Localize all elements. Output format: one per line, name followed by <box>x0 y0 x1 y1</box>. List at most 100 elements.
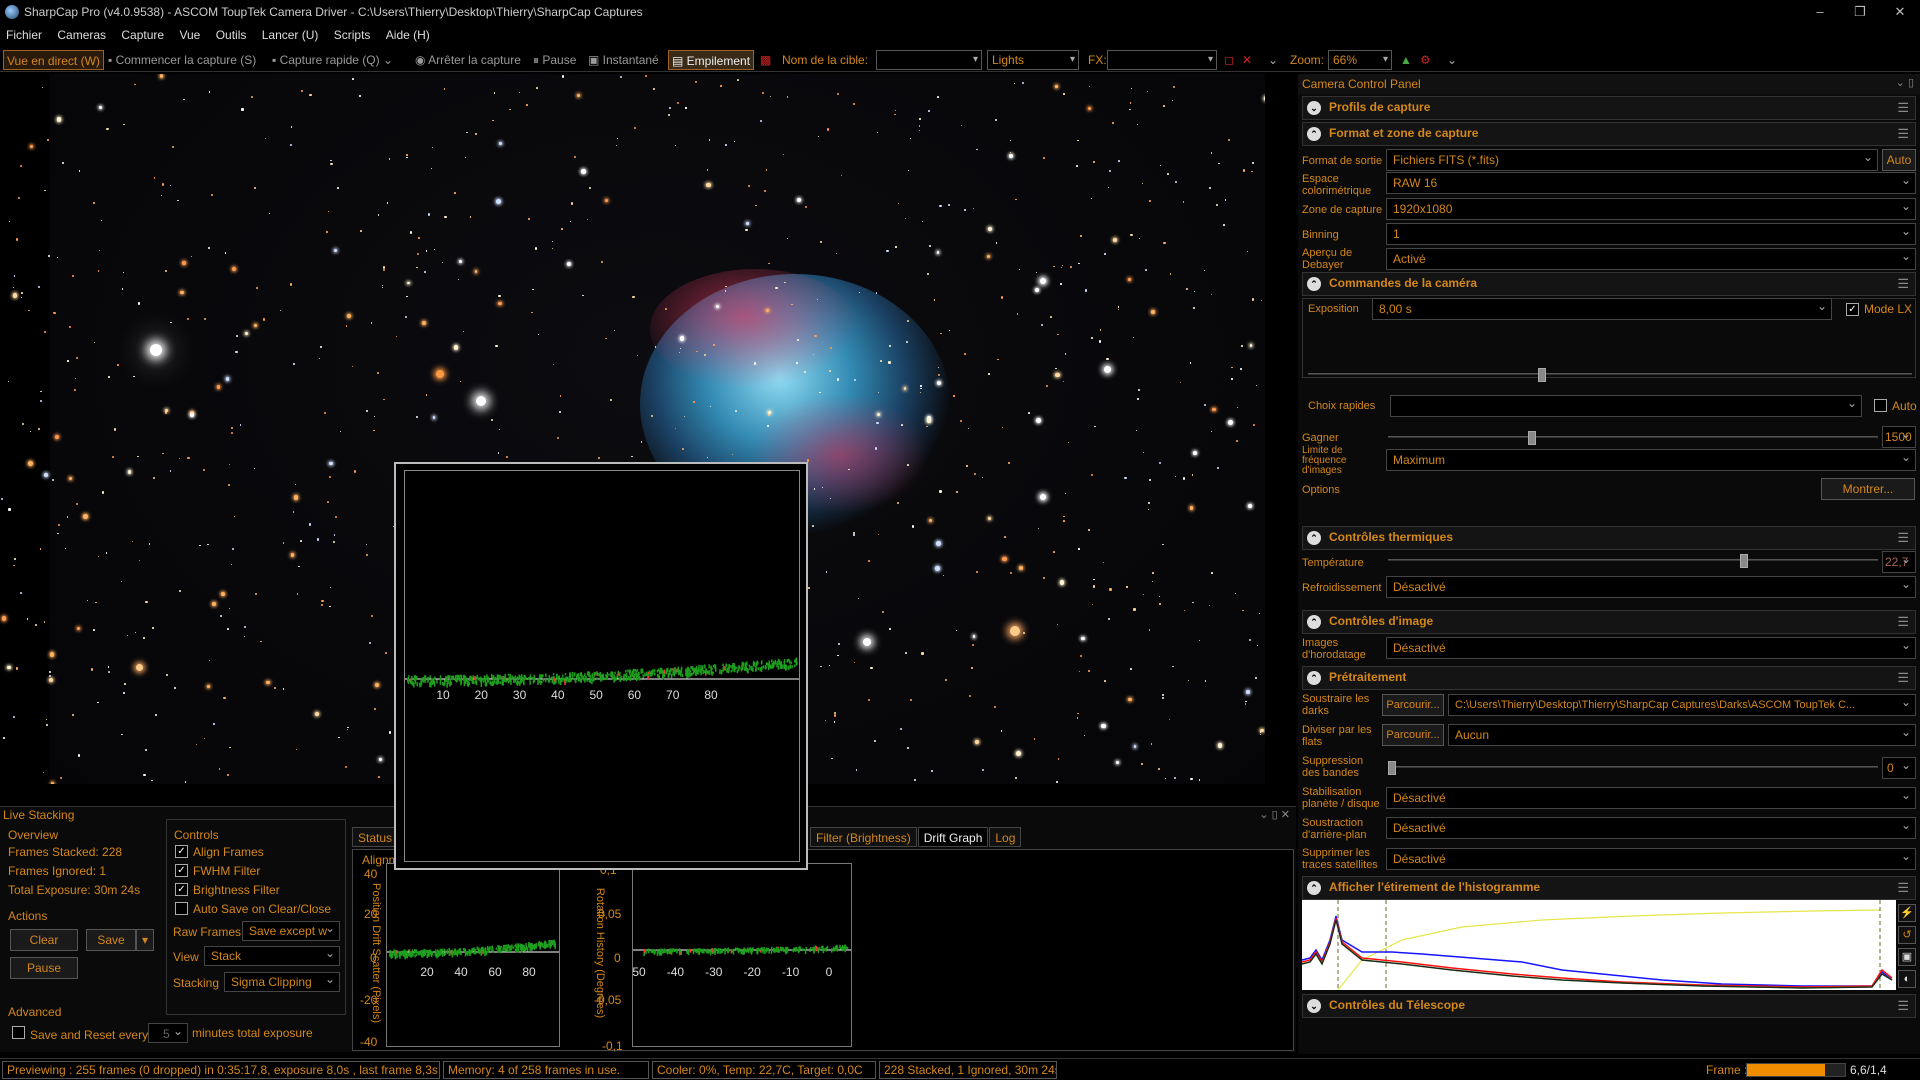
lightning-icon[interactable]: ⚡ <box>1898 904 1916 922</box>
start-capture-button[interactable]: ▪ Commencer la capture (S) <box>108 50 256 70</box>
live-view-button[interactable]: Vue en direct (W) <box>3 50 104 70</box>
tab-status[interactable]: Status <box>352 827 399 847</box>
capture-area-select[interactable]: 1920x1080 <box>1386 196 1916 220</box>
close-button[interactable]: ✕ <box>1880 0 1920 24</box>
section-image-controls[interactable]: ⌃ Contrôles d'image ☰ <box>1302 610 1916 634</box>
hamburger-icon[interactable]: ☰ <box>1897 530 1909 546</box>
menu-vue[interactable]: Vue <box>173 24 206 46</box>
fwhm-filter-checkbox[interactable]: ✓ <box>175 864 188 877</box>
browse-darks-button[interactable]: Parcourir... <box>1382 694 1444 716</box>
drift-graph-popup[interactable]: 10 20 30 40 50 60 70 80 <box>394 462 808 870</box>
flats-select[interactable]: Aucun <box>1448 722 1916 746</box>
background-select[interactable]: Désactivé <box>1386 815 1916 839</box>
browse-flats-button[interactable]: Parcourir... <box>1382 724 1444 746</box>
section-thermal[interactable]: ⌃ Contrôles thermiques ☰ <box>1302 526 1916 550</box>
stacking-button[interactable]: ▤ Empilement <box>668 50 755 70</box>
view-select[interactable]: Stack <box>204 944 340 966</box>
save-button[interactable]: Save <box>86 929 136 951</box>
stop-capture-button[interactable]: ◉ Arrêter la capture <box>415 50 521 70</box>
hamburger-icon[interactable]: ☰ <box>1897 670 1909 686</box>
pin-icon[interactable]: ⌄ ▯ <box>1896 76 1914 89</box>
reset-icon[interactable]: ↺ <box>1898 926 1916 944</box>
menu-outils[interactable]: Outils <box>210 24 253 46</box>
stabilization-select[interactable]: Désactivé <box>1386 785 1916 809</box>
quick-auto-checkbox[interactable] <box>1874 399 1887 412</box>
gain-input[interactable]: 1500 <box>1882 424 1916 448</box>
settings-icon[interactable]: ⚙ <box>1420 50 1431 70</box>
timestamp-select[interactable]: Désactivé <box>1386 635 1916 659</box>
auto-button[interactable]: Auto <box>1882 149 1916 171</box>
stacking-select[interactable]: Sigma Clipping <box>224 970 340 992</box>
brightness-filter-checkbox[interactable]: ✓ <box>175 883 188 896</box>
histogram-chart[interactable] <box>1302 900 1896 990</box>
zoom-select[interactable]: 66% <box>1328 50 1392 70</box>
tab-filter-brightness[interactable]: Filter (Brightness) <box>810 827 917 847</box>
section-format[interactable]: ⌃ Format et zone de capture ☰ <box>1302 122 1916 146</box>
output-format-select[interactable]: Fichiers FITS (*.fits) <box>1386 147 1878 171</box>
banding-input[interactable]: 0 <box>1882 755 1916 779</box>
hamburger-icon[interactable]: ☰ <box>1897 998 1909 1014</box>
star <box>933 299 936 301</box>
hamburger-icon[interactable]: ☰ <box>1897 126 1909 142</box>
banding-slider[interactable] <box>1388 761 1878 775</box>
colorspace-select[interactable]: RAW 16 <box>1386 170 1916 194</box>
section-histogram[interactable]: ⌃ Afficher l'étirement de l'histogramme … <box>1302 876 1916 900</box>
chevron-down-icon[interactable]: ⌄ <box>1268 50 1278 70</box>
exposure-slider[interactable] <box>1308 368 1912 382</box>
pause-button[interactable]: Pause <box>10 957 78 979</box>
clear-button[interactable]: Clear <box>10 929 78 951</box>
debayer-select[interactable]: Activé <box>1386 246 1916 270</box>
section-camera-controls[interactable]: ⌃ Commandes de la caméra ☰ <box>1302 272 1916 296</box>
panel-controls-icon[interactable]: ⌄ ▯ ✕ <box>1259 808 1290 821</box>
pause-button[interactable]: ⏸ Pause <box>533 50 576 70</box>
quick-choices-select[interactable] <box>1390 393 1862 417</box>
save-reset-checkbox[interactable] <box>12 1026 25 1039</box>
tab-drift-graph[interactable]: Drift Graph <box>917 827 989 847</box>
hamburger-icon[interactable]: ☰ <box>1897 614 1909 630</box>
raw-frames-select[interactable]: Save except w <box>242 919 340 941</box>
menu-cameras[interactable]: Cameras <box>51 24 112 46</box>
target-name-input[interactable] <box>876 50 982 70</box>
framerate-select[interactable]: Maximum <box>1386 447 1916 471</box>
menu-scripts[interactable]: Scripts <box>328 24 377 46</box>
histogram-icon[interactable]: ▲ <box>1400 50 1412 70</box>
hamburger-icon[interactable]: ☰ <box>1897 880 1909 896</box>
hamburger-icon[interactable]: ☰ <box>1897 100 1909 116</box>
section-profiles[interactable]: ⌄ Profils de capture ☰ <box>1302 96 1916 120</box>
save-icon[interactable]: ▣ <box>1898 948 1916 966</box>
minutes-input[interactable]: 5 <box>148 1021 188 1043</box>
menu-capture[interactable]: Capture <box>115 24 170 46</box>
slider-thumb[interactable] <box>1538 368 1546 382</box>
reticle-icon[interactable]: ◻ <box>1224 50 1234 70</box>
section-telescope[interactable]: ⌄ Contrôles du Télescope ☰ <box>1302 994 1916 1018</box>
menu-lancer[interactable]: Lancer (U) <box>256 24 325 46</box>
section-preprocessing[interactable]: ⌃ Prétraitement ☰ <box>1302 666 1916 690</box>
gain-slider[interactable] <box>1388 431 1878 445</box>
show-options-button[interactable]: Montrer... <box>1821 478 1915 500</box>
align-frames-checkbox[interactable]: ✓ <box>175 845 188 858</box>
cooling-select[interactable]: Désactivé <box>1386 574 1916 598</box>
chevron-down-icon[interactable]: ⌄ <box>1447 50 1457 70</box>
crosshair-icon[interactable]: ✕ <box>1242 50 1252 70</box>
darks-path-select[interactable]: C:\Users\Thierry\Desktop\Thierry\SharpCa… <box>1448 694 1916 716</box>
quick-capture-button[interactable]: ▪ Capture rapide (Q) ⌄ <box>272 50 393 70</box>
restore-button[interactable]: ❐ <box>1840 0 1880 24</box>
lx-mode-checkbox[interactable]: ✓ <box>1846 303 1859 316</box>
minimize-button[interactable]: – <box>1800 0 1840 24</box>
menu-aide[interactable]: Aide (H) <box>380 24 436 46</box>
fps-icon[interactable]: ▩ <box>760 50 771 70</box>
autosave-checkbox[interactable] <box>175 902 188 915</box>
menu-fichier[interactable]: Fichier <box>0 24 48 46</box>
snapshot-button[interactable]: ▣ Instantané <box>588 50 659 70</box>
slider-thumb[interactable] <box>1528 431 1536 445</box>
chevron-down-icon[interactable]: ▾ <box>136 929 154 951</box>
satellite-select[interactable]: Désactivé <box>1386 846 1916 870</box>
hamburger-icon[interactable]: ☰ <box>1897 276 1909 292</box>
frame-type-select[interactable]: Lights <box>987 50 1079 70</box>
contrast-icon[interactable]: ◐ <box>1898 970 1916 988</box>
binning-select[interactable]: 1 <box>1386 221 1916 245</box>
fx-select[interactable] <box>1107 50 1217 70</box>
exposure-input[interactable]: 8,00 s <box>1372 296 1832 320</box>
tab-log[interactable]: Log <box>989 827 1022 847</box>
slider-thumb[interactable] <box>1388 761 1396 775</box>
